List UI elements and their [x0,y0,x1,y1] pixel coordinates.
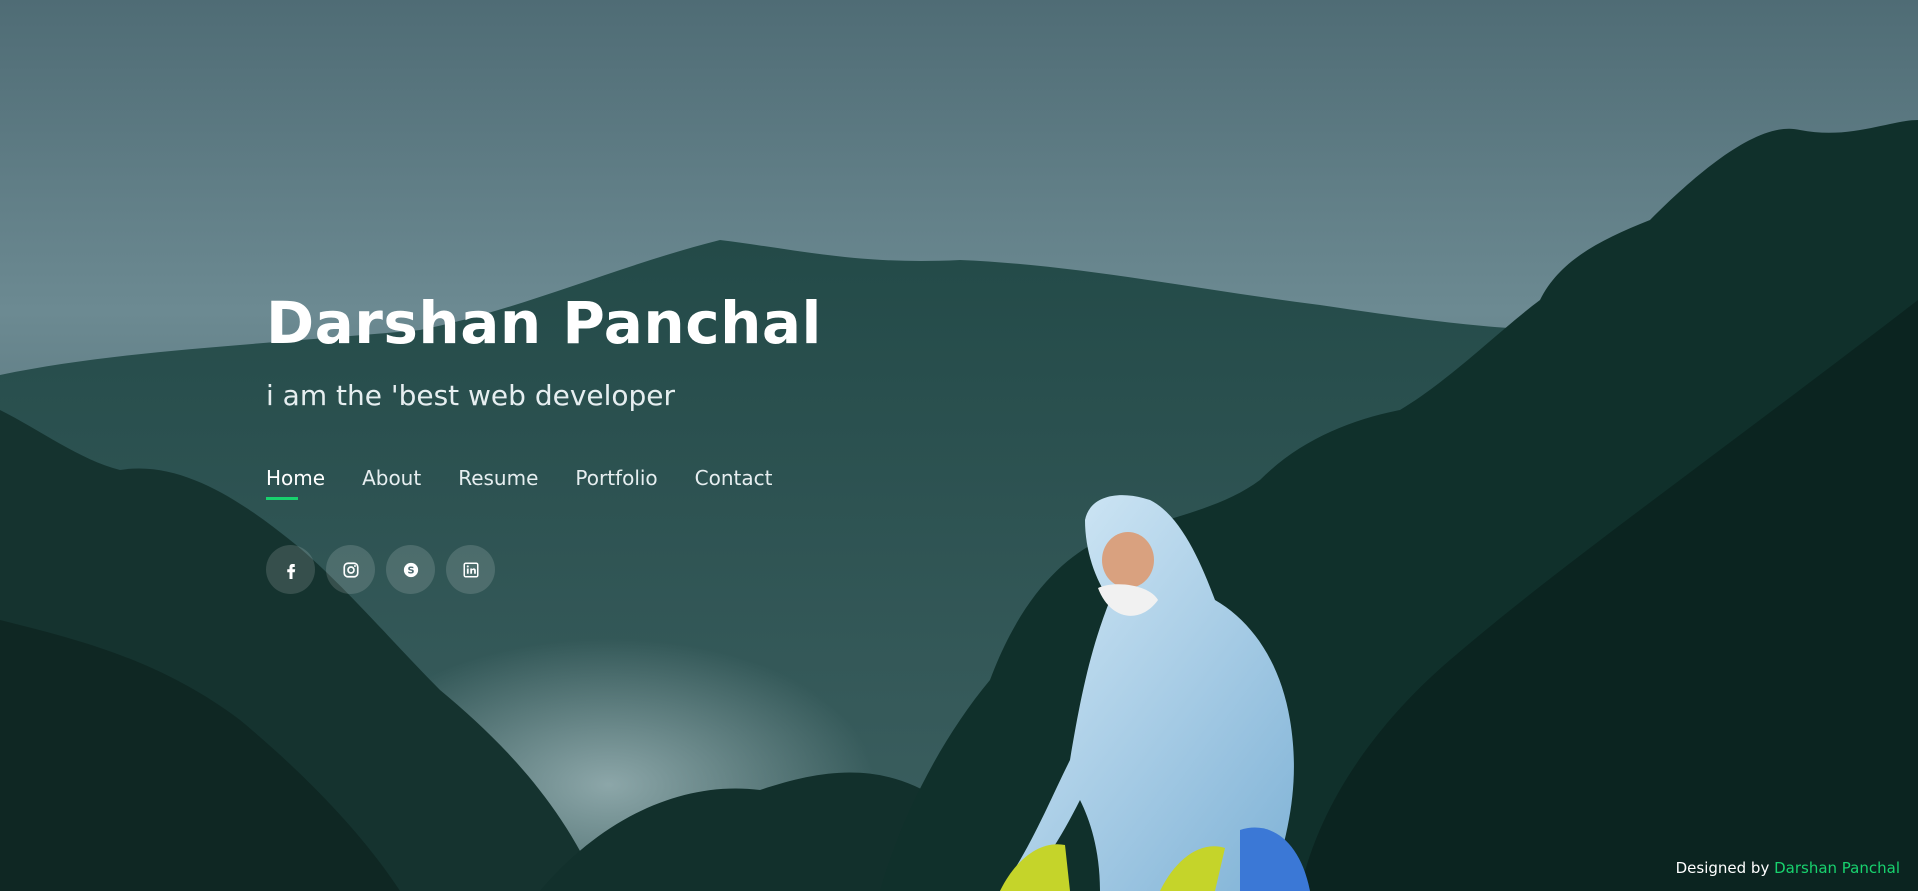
nav-portfolio[interactable]: Portfolio [575,466,657,500]
svg-text:S: S [407,565,414,576]
hero-tagline: i am the 'best web developer [266,378,676,412]
skype-link[interactable]: S [386,545,435,594]
instagram-link[interactable] [326,545,375,594]
nav-resume[interactable]: Resume [458,466,538,500]
main-nav: Home About Resume Portfolio Contact [266,466,772,500]
facebook-link[interactable] [266,545,315,594]
social-links: S [266,545,495,594]
footer-designer-link[interactable]: Darshan Panchal [1774,859,1900,877]
footer-credits: Designed by Darshan Panchal [1676,859,1900,877]
instagram-icon [342,561,359,578]
facebook-icon [286,563,295,579]
nav-home[interactable]: Home [266,466,325,500]
linkedin-link[interactable] [446,545,495,594]
footer-prefix: Designed by [1675,859,1770,877]
hero-section: Darshan Panchal i am the 'best web devel… [266,290,822,412]
hero-background-image [0,0,1918,891]
nav-contact[interactable]: Contact [695,466,773,500]
skype-icon: S [403,562,418,577]
hero-name: Darshan Panchal [266,289,822,357]
linkedin-icon [463,562,478,577]
nav-about[interactable]: About [362,466,421,500]
